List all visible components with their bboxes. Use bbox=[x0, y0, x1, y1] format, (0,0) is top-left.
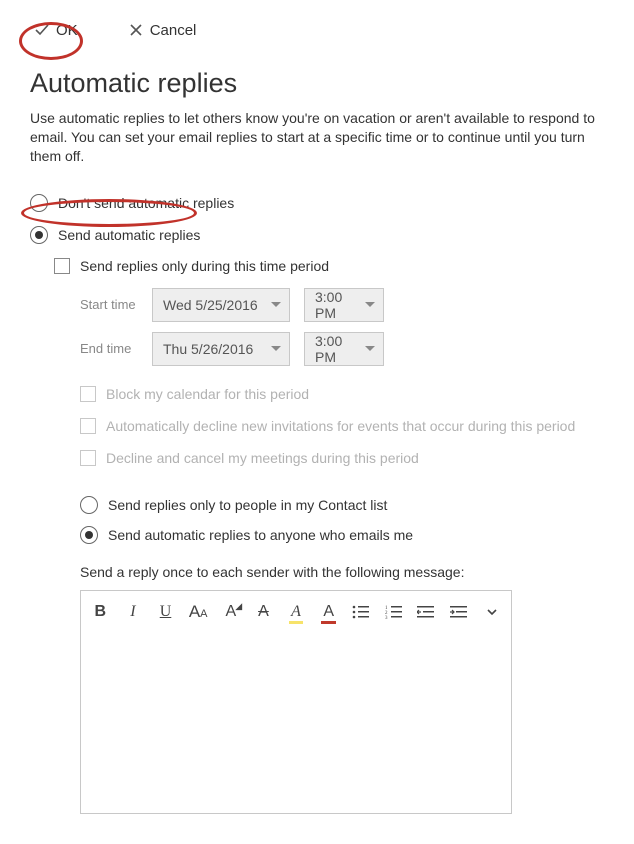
chevron-down-icon bbox=[271, 302, 281, 307]
start-time-value: 3:00 PM bbox=[315, 289, 365, 321]
cancel-label: Cancel bbox=[150, 22, 197, 39]
radio-dont-send[interactable]: Don't send automatic replies bbox=[30, 194, 604, 212]
ok-button[interactable]: OK bbox=[24, 18, 88, 43]
calendar-options-disabled: Block my calendar for this period Automa… bbox=[80, 386, 604, 466]
checkbox-icon bbox=[80, 386, 96, 402]
bullet-list-button[interactable] bbox=[352, 601, 371, 623]
radio-label: Send automatic replies to anyone who ema… bbox=[108, 527, 413, 543]
checkbox-auto-decline: Automatically decline new invitations fo… bbox=[80, 418, 604, 434]
checkbox-label: Automatically decline new invitations fo… bbox=[106, 418, 575, 434]
message-label: Send a reply once to each sender with th… bbox=[80, 564, 604, 580]
end-date-value: Thu 5/26/2016 bbox=[163, 341, 253, 357]
chevron-down-icon bbox=[271, 346, 281, 351]
checkbox-icon bbox=[54, 258, 70, 274]
recipient-options: Send replies only to people in my Contac… bbox=[80, 496, 604, 544]
end-time-select[interactable]: 3:00 PM bbox=[304, 332, 384, 366]
check-icon bbox=[34, 22, 50, 38]
x-icon bbox=[128, 22, 144, 38]
checkbox-time-period[interactable]: Send replies only during this time perio… bbox=[54, 258, 604, 274]
italic-button[interactable]: I bbox=[124, 601, 143, 623]
outdent-button[interactable] bbox=[417, 601, 436, 623]
checkbox-label: Decline and cancel my meetings during th… bbox=[106, 450, 419, 466]
number-list-button[interactable]: 1 2 3 bbox=[385, 601, 404, 623]
highlight-button[interactable]: A bbox=[287, 601, 306, 623]
radio-contacts-only[interactable]: Send replies only to people in my Contac… bbox=[80, 496, 604, 514]
start-date-select[interactable]: Wed 5/25/2016 bbox=[152, 288, 290, 322]
cancel-button[interactable]: Cancel bbox=[118, 18, 207, 43]
toolbar: OK Cancel bbox=[0, 0, 634, 60]
radio-icon bbox=[30, 226, 48, 244]
checkbox-block-calendar: Block my calendar for this period bbox=[80, 386, 604, 402]
time-range-group: Start time Wed 5/25/2016 3:00 PM End tim… bbox=[80, 288, 604, 366]
start-time-label: Start time bbox=[80, 297, 138, 312]
end-time-label: End time bbox=[80, 341, 138, 356]
radio-label: Don't send automatic replies bbox=[58, 195, 234, 211]
checkbox-decline-cancel: Decline and cancel my meetings during th… bbox=[80, 450, 604, 466]
font-color-button[interactable]: A bbox=[319, 601, 338, 623]
end-time-value: 3:00 PM bbox=[315, 333, 365, 365]
radio-label: Send replies only to people in my Contac… bbox=[108, 497, 387, 513]
page-title: Automatic replies bbox=[30, 68, 604, 99]
radio-icon bbox=[30, 194, 48, 212]
svg-text:3: 3 bbox=[385, 616, 388, 619]
font-size-button[interactable]: AA bbox=[189, 601, 208, 623]
page-description: Use automatic replies to let others know… bbox=[30, 109, 604, 166]
editor-toolbar: B I U AA A◢ A A A 1 2 bbox=[81, 591, 511, 633]
chevron-down-icon bbox=[365, 302, 375, 307]
checkbox-icon bbox=[80, 450, 96, 466]
ok-label: OK bbox=[56, 22, 78, 39]
checkbox-label: Block my calendar for this period bbox=[106, 386, 309, 402]
underline-button[interactable]: U bbox=[156, 601, 175, 623]
radio-anyone[interactable]: Send automatic replies to anyone who ema… bbox=[80, 526, 604, 544]
chevron-down-icon bbox=[365, 346, 375, 351]
font-style-button[interactable]: A◢ bbox=[222, 601, 241, 623]
radio-label: Send automatic replies bbox=[58, 227, 200, 243]
radio-icon bbox=[80, 496, 98, 514]
checkbox-label: Send replies only during this time perio… bbox=[80, 258, 329, 274]
strikethrough-button[interactable]: A bbox=[254, 601, 273, 623]
start-date-value: Wed 5/25/2016 bbox=[163, 297, 258, 313]
indent-button[interactable] bbox=[450, 601, 469, 623]
more-formatting-button[interactable] bbox=[482, 601, 501, 623]
message-editor: B I U AA A◢ A A A 1 2 bbox=[80, 590, 512, 814]
bold-button[interactable]: B bbox=[91, 601, 110, 623]
radio-send[interactable]: Send automatic replies bbox=[30, 226, 604, 244]
checkbox-icon bbox=[80, 418, 96, 434]
radio-icon bbox=[80, 526, 98, 544]
start-time-select[interactable]: 3:00 PM bbox=[304, 288, 384, 322]
end-date-select[interactable]: Thu 5/26/2016 bbox=[152, 332, 290, 366]
message-textarea[interactable] bbox=[81, 633, 511, 813]
